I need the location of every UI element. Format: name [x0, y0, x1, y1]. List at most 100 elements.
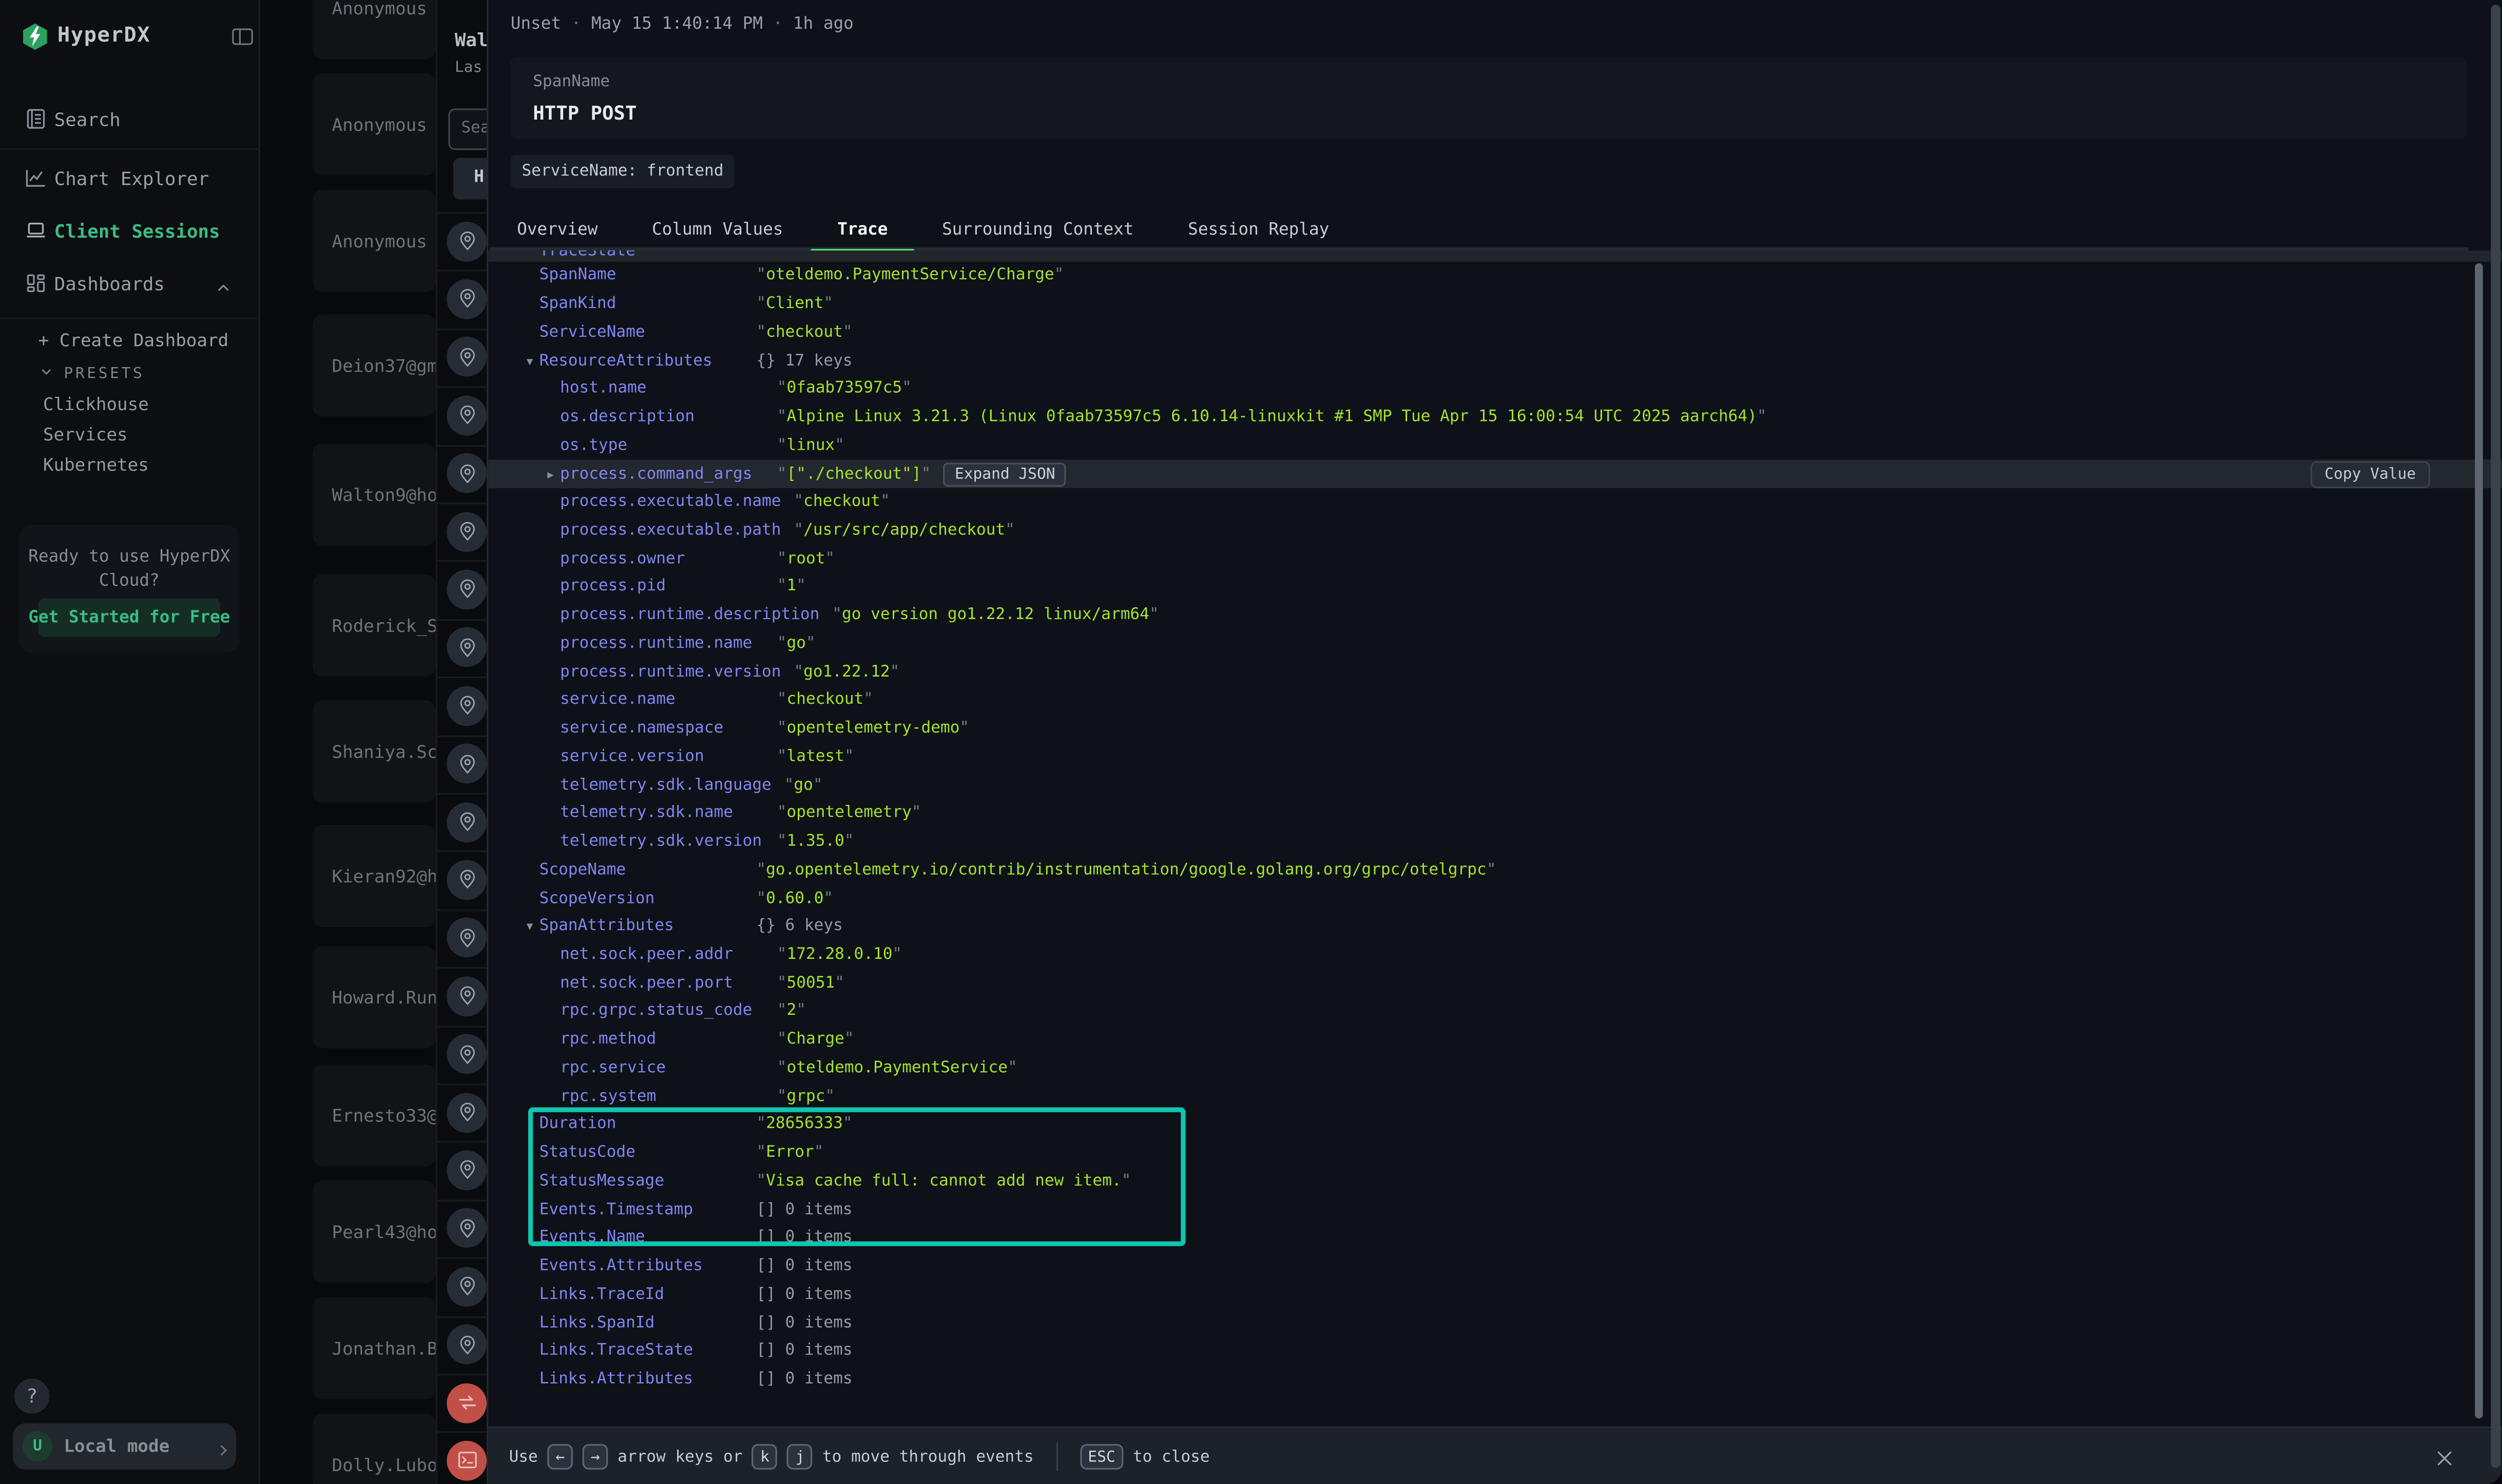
user-menu[interactable]: U Local mode — [13, 1423, 236, 1470]
trace-row-events-name[interactable]: Events.Name[] 0 items — [488, 1224, 2502, 1252]
location-pin-icon[interactable] — [447, 337, 487, 377]
trace-row-process-runtime-name[interactable]: process.runtime.name"go" — [488, 629, 2502, 658]
timeline-filter-chip[interactable]: H — [453, 158, 487, 200]
trace-row-resourceattributes[interactable]: ▾ResourceAttributes{} 17 keys — [488, 346, 2502, 375]
location-pin-icon[interactable] — [447, 1150, 487, 1190]
trace-row-rpc-method[interactable]: rpc.method"Charge" — [488, 1026, 2502, 1054]
session-card[interactable]: Anonymous — [313, 0, 435, 59]
modal-scrollbar[interactable] — [2475, 263, 2483, 1418]
location-pin-icon[interactable] — [447, 221, 487, 261]
session-card[interactable]: Howard.Run — [313, 946, 435, 1048]
get-started-button[interactable]: Get Started for Free — [39, 599, 220, 637]
preset-item-services[interactable]: Services — [43, 425, 128, 445]
trace-row-process-owner[interactable]: process.owner"root" — [488, 545, 2502, 573]
session-card[interactable]: Jonathan.B — [313, 1297, 435, 1399]
trace-row-host-name[interactable]: host.name"0faab73597c5" — [488, 375, 2502, 403]
trace-row-servicename[interactable]: ServiceName"checkout" — [488, 318, 2502, 346]
trace-row-scopename[interactable]: ScopeName"go.opentelemetry.io/contrib/in… — [488, 856, 2502, 884]
trace-row-process-runtime-description[interactable]: process.runtime.description"go version g… — [488, 601, 2502, 629]
trace-row-rpc-grpc-status-code[interactable]: rpc.grpc.status_code"2" — [488, 997, 2502, 1026]
trace-row-service-namespace[interactable]: service.namespace"opentelemetry-demo" — [488, 715, 2502, 743]
swap-icon[interactable] — [447, 1382, 487, 1422]
trace-row-telemetry-sdk-version[interactable]: telemetry.sdk.version"1.35.0" — [488, 827, 2502, 856]
trace-row-net-sock-peer-port[interactable]: net.sock.peer.port"50051" — [488, 969, 2502, 997]
trace-row-spankind[interactable]: SpanKind"Client" — [488, 290, 2502, 318]
location-pin-icon[interactable] — [447, 628, 487, 668]
location-pin-icon[interactable] — [447, 918, 487, 958]
location-pin-icon[interactable] — [447, 569, 487, 609]
trace-row-process-executable-name[interactable]: process.executable.name"checkout" — [488, 488, 2502, 516]
tab-overview[interactable]: Overview — [490, 207, 625, 250]
location-pin-icon[interactable] — [447, 1266, 487, 1306]
tab-trace[interactable]: Trace — [810, 207, 915, 250]
trace-row-spanname[interactable]: SpanName"oteldemo.PaymentService/Charge" — [488, 262, 2502, 290]
trace-row-links-attributes[interactable]: Links.Attributes[] 0 items — [488, 1365, 2502, 1394]
location-pin-icon[interactable] — [447, 686, 487, 726]
session-card[interactable]: Deion37@gm — [313, 314, 435, 416]
trace-row-links-tracestate[interactable]: Links.TraceState[] 0 items — [488, 1337, 2502, 1365]
tab-session-replay[interactable]: Session Replay — [1161, 207, 1356, 250]
trace-row-telemetry-sdk-language[interactable]: telemetry.sdk.language"go" — [488, 771, 2502, 799]
tab-column-values[interactable]: Column Values — [625, 207, 810, 250]
session-card[interactable]: Pearl43@ho — [313, 1181, 435, 1283]
trace-row-rpc-system[interactable]: rpc.system"grpc" — [488, 1082, 2502, 1110]
trace-row-scopeversion[interactable]: ScopeVersion"0.60.0" — [488, 884, 2502, 913]
caret-right-icon[interactable]: ▸ — [547, 467, 553, 481]
trace-row-events-timestamp[interactable]: Events.Timestamp[] 0 items — [488, 1196, 2502, 1224]
location-pin-icon[interactable] — [447, 1324, 487, 1364]
caret-down-icon[interactable]: ▾ — [527, 919, 533, 934]
trace-row-process-runtime-version[interactable]: process.runtime.version"go1.22.12" — [488, 658, 2502, 686]
location-pin-icon[interactable] — [447, 453, 487, 493]
help-button[interactable]: ? — [14, 1379, 49, 1414]
preset-item-kubernetes[interactable]: Kubernetes — [43, 455, 149, 475]
sidebar-collapse-icon[interactable] — [230, 24, 256, 50]
tab-surrounding-context[interactable]: Surrounding Context — [915, 207, 1161, 250]
location-pin-icon[interactable] — [447, 1208, 487, 1248]
location-pin-icon[interactable] — [447, 1034, 487, 1074]
location-pin-icon[interactable] — [447, 976, 487, 1016]
trace-row-os-type[interactable]: os.type"linux" — [488, 432, 2502, 460]
presets-header[interactable]: PRESETS — [39, 364, 145, 384]
sidebar-item-search[interactable]: Search — [0, 98, 260, 142]
sidebar-item-chart-explorer[interactable]: Chart Explorer — [0, 157, 260, 201]
location-pin-icon[interactable] — [447, 511, 487, 551]
session-card[interactable]: Anonymous — [313, 190, 435, 292]
service-name-chip[interactable]: ServiceName: frontend — [511, 155, 735, 188]
create-dashboard-button[interactable]: + Create Dashboard — [39, 330, 229, 351]
session-card[interactable]: Dolly.Lubo — [313, 1414, 435, 1484]
preset-item-clickhouse[interactable]: Clickhouse — [43, 394, 149, 415]
close-icon[interactable] — [2433, 1446, 2456, 1468]
trace-row-duration[interactable]: Duration"28656333" — [488, 1111, 2502, 1139]
location-pin-icon[interactable] — [447, 395, 487, 435]
session-card[interactable]: Walton9@ho — [313, 444, 435, 546]
location-pin-icon[interactable] — [447, 1092, 487, 1132]
copy-value-button[interactable]: Copy Value — [2310, 461, 2430, 489]
session-card[interactable]: Roderick_S — [313, 574, 435, 677]
caret-down-icon[interactable]: ▾ — [527, 354, 533, 368]
sidebar-item-client-sessions[interactable]: Client Sessions — [0, 209, 260, 254]
trace-row-process-executable-path[interactable]: process.executable.path"/usr/src/app/che… — [488, 516, 2502, 545]
trace-row-process-command-args[interactable]: ▸process.command_args"["./checkout"]"Exp… — [488, 460, 2502, 488]
location-pin-icon[interactable] — [447, 860, 487, 900]
expand-json-button[interactable]: Expand JSON — [944, 462, 1066, 486]
trace-row-rpc-service[interactable]: rpc.service"oteldemo.PaymentService" — [488, 1054, 2502, 1082]
session-card[interactable]: Shaniya.Sc — [313, 701, 435, 803]
trace-row-service-name[interactable]: service.name"checkout" — [488, 686, 2502, 715]
location-pin-icon[interactable] — [447, 279, 487, 319]
timeline-search-input[interactable]: Sea — [448, 108, 487, 150]
trace-row-spanattributes[interactable]: ▾SpanAttributes{} 6 keys — [488, 913, 2502, 941]
location-pin-icon[interactable] — [447, 744, 487, 784]
page-scrollbar[interactable] — [2490, 5, 2500, 1468]
sidebar-item-dashboards[interactable]: Dashboards — [0, 262, 260, 306]
trace-row-service-version[interactable]: service.version"latest" — [488, 743, 2502, 771]
trace-row-process-pid[interactable]: process.pid"1" — [488, 573, 2502, 601]
trace-row-statusmessage[interactable]: StatusMessage"Visa cache full: cannot ad… — [488, 1167, 2502, 1196]
session-card[interactable]: Anonymous — [313, 73, 435, 176]
session-card[interactable]: Ernesto33@ — [313, 1064, 435, 1166]
trace-row-events-attributes[interactable]: Events.Attributes[] 0 items — [488, 1252, 2502, 1280]
location-pin-icon[interactable] — [447, 802, 487, 842]
trace-row-net-sock-peer-addr[interactable]: net.sock.peer.addr"172.28.0.10" — [488, 941, 2502, 969]
session-card[interactable]: Kieran92@h — [313, 825, 435, 927]
terminal-icon[interactable] — [447, 1441, 487, 1481]
trace-row-links-traceid[interactable]: Links.TraceId[] 0 items — [488, 1280, 2502, 1308]
